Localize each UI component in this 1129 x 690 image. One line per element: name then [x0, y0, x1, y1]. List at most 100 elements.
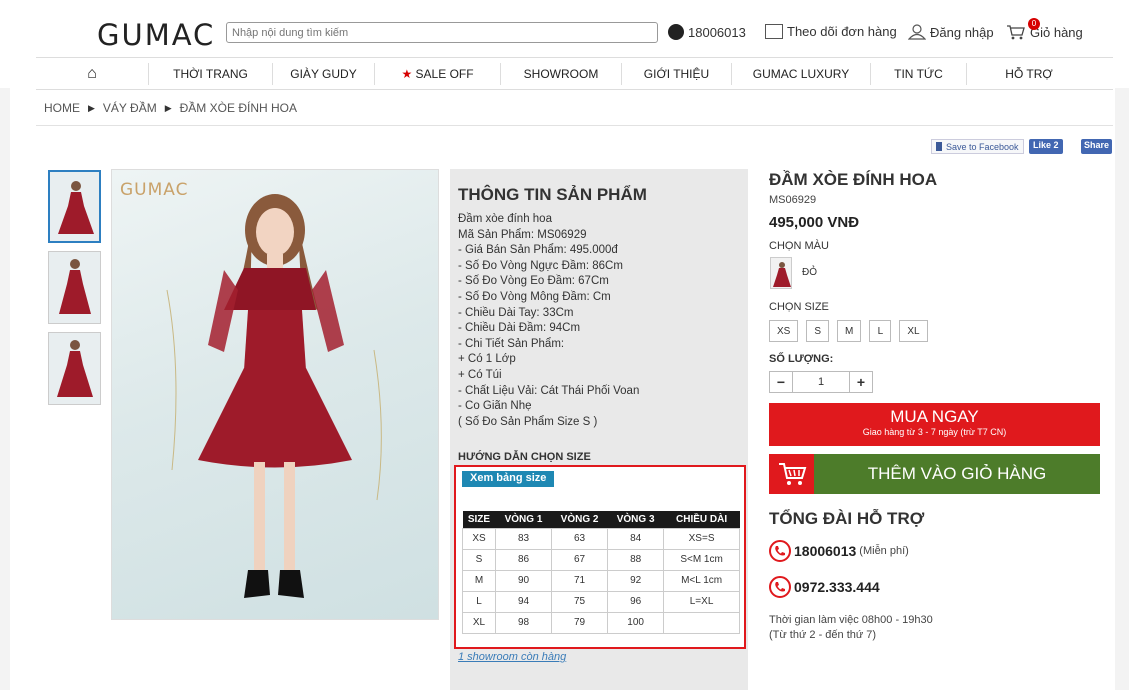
info-line: Mã Sản Phẩm: MS06929	[458, 228, 587, 241]
quantity-increase-button[interactable]: +	[849, 371, 873, 393]
table-cell: 98	[494, 611, 553, 634]
support-title: TỔNG ĐÀI HỖ TRỢ	[769, 509, 925, 528]
breadcrumb: HOME ▶ VÁY ĐẦM ▶ ĐẦM XÒE ĐÍNH HOA	[44, 101, 297, 115]
color-swatch-image	[773, 262, 791, 287]
divider	[36, 125, 1113, 126]
info-title: THÔNG TIN SẢN PHẨM	[458, 185, 647, 204]
showroom-availability-link[interactable]: 1 showroom còn hàng	[458, 651, 566, 663]
site-logo[interactable]: GUMAC	[97, 18, 215, 52]
size-guide-title: HƯỚNG DẪN CHỌN SIZE	[458, 451, 591, 463]
size-label: CHỌN SIZE	[769, 301, 829, 313]
nav-item-gioi-thieu[interactable]: GIỚI THIỆU	[622, 62, 732, 85]
nav-item-giay-gudy[interactable]: GIÀY GUDY	[273, 62, 375, 85]
table-cell: 63	[551, 527, 609, 550]
thumbnail-1[interactable]	[48, 170, 101, 243]
view-size-chart-button[interactable]: Xem bảng size	[462, 471, 555, 487]
buy-now-button[interactable]: MUA NGAY Giao hàng từ 3 - 7 ngày (trừ T7…	[769, 403, 1100, 446]
cart-icon	[769, 454, 814, 494]
table-cell: XL	[462, 611, 496, 634]
size-option-s[interactable]: S	[806, 320, 830, 342]
table-cell: M<L 1cm	[663, 569, 740, 592]
star-icon: ★	[401, 66, 413, 81]
size-option-xl[interactable]: XL	[899, 320, 928, 342]
breadcrumb-category[interactable]: VÁY ĐẦM	[103, 101, 157, 115]
size-option-xs[interactable]: XS	[769, 320, 799, 342]
table-cell: 86	[494, 548, 553, 571]
thumbnail-2[interactable]	[48, 251, 101, 324]
table-row: S 86 67 88 S<M 1cm	[462, 548, 740, 571]
facebook-share-button[interactable]: Share	[1081, 139, 1113, 154]
info-line: - Số Đo Vòng Eo Đầm: 67Cm	[458, 275, 609, 288]
table-row: M 90 71 92 M<L 1cm	[462, 569, 740, 592]
table-cell: 90	[494, 569, 553, 592]
bookmark-icon	[936, 142, 942, 151]
nav-item-thoi-trang[interactable]: THỜI TRANG	[149, 62, 273, 85]
nav-item-gumac-luxury[interactable]: GUMAC LUXURY	[732, 62, 871, 85]
size-table-header: SIZE VÒNG 1 VÒNG 2 VÒNG 3 CHIỀU DÀI	[462, 511, 740, 528]
table-cell: 96	[607, 590, 665, 613]
nav-home[interactable]: ⌂	[36, 62, 149, 85]
color-label: CHỌN MÀU	[769, 240, 829, 252]
thumbnail-3[interactable]	[48, 332, 101, 405]
login-link[interactable]: Đăng nhập	[908, 24, 994, 40]
working-hours-line: Thời gian làm việc 08h00 - 19h30	[769, 614, 933, 626]
size-option-l[interactable]: L	[869, 320, 892, 342]
facebook-like-button[interactable]: Like 2	[1029, 139, 1063, 154]
quantity-input[interactable]: 1	[793, 371, 849, 393]
model-dress-illustration	[166, 194, 382, 598]
table-cell: 83	[494, 527, 553, 550]
table-cell: 88	[607, 548, 665, 571]
product-title: ĐẦM XÒE ĐÍNH HOA	[769, 170, 938, 189]
table-row: XS 83 63 84 XS=S	[462, 527, 740, 550]
nav-item-sale-off[interactable]: ★ SALE OFF	[375, 62, 501, 85]
quantity-label: SỐ LƯỢNG:	[769, 353, 834, 365]
breadcrumb-current: ĐẦM XÒE ĐÍNH HOA	[179, 101, 297, 115]
table-cell: S	[462, 548, 496, 571]
hotline-free[interactable]: 18006013 (Miễn phí)	[769, 540, 909, 562]
working-hours: Thời gian làm việc 08h00 - 19h30 (Từ thứ…	[769, 613, 933, 643]
document-icon	[765, 24, 783, 39]
size-table: SIZE VÒNG 1 VÒNG 2 VÒNG 3 CHIỀU DÀI XS 8…	[462, 511, 740, 634]
table-cell: XS=S	[663, 527, 740, 550]
dress-thumbnail-image	[59, 259, 91, 314]
add-to-cart-button[interactable]: THÊM VÀO GIỎ HÀNG	[769, 454, 1100, 494]
phone-icon	[769, 576, 791, 598]
info-line: - Co Giãn Nhẹ	[458, 400, 532, 413]
search-input[interactable]	[226, 22, 658, 43]
main-product-image[interactable]: GUMAC	[111, 169, 439, 620]
table-cell: XS	[462, 527, 496, 550]
track-order-label: Theo dõi đơn hàng	[787, 24, 897, 39]
chevron-right-icon: ▶	[88, 102, 95, 113]
header-phone[interactable]: 18006013	[668, 24, 746, 40]
chevron-right-icon: ▶	[164, 102, 172, 113]
table-cell: 100	[607, 611, 665, 634]
cart-link[interactable]: Giỏ hàng	[1006, 24, 1083, 40]
nav-item-tin-tuc[interactable]: TIN TỨC	[871, 62, 967, 85]
home-icon: ⌂	[87, 64, 97, 82]
dress-thumbnail-image	[57, 340, 93, 397]
info-line: + Có Túi	[458, 368, 502, 381]
info-description: Đầm xòe đính hoa Mã Sản Phẩm: MS06929 - …	[458, 212, 639, 430]
product-price: 495,000 VNĐ	[769, 214, 860, 231]
col-header: SIZE	[462, 511, 496, 528]
info-line: - Số Đo Vòng Ngực Đầm: 86Cm	[458, 259, 623, 272]
track-order-link[interactable]: Theo dõi đơn hàng	[765, 24, 897, 39]
col-header: VÒNG 3	[607, 511, 664, 528]
breadcrumb-home[interactable]: HOME	[44, 101, 80, 115]
nav-item-ho-tro[interactable]: HỖ TRỢ	[967, 63, 1091, 85]
color-option-red[interactable]	[770, 257, 792, 289]
quantity-decrease-button[interactable]: −	[769, 371, 793, 393]
cart-icon	[1007, 25, 1025, 40]
user-icon	[908, 24, 926, 40]
size-option-m[interactable]: M	[837, 320, 862, 342]
buy-now-label: MUA NGAY	[890, 407, 979, 426]
table-cell: S<M 1cm	[663, 548, 740, 571]
nav-item-showroom[interactable]: SHOWROOM	[501, 62, 622, 85]
table-cell: 84	[607, 527, 665, 550]
add-to-cart-label: THÊM VÀO GIỎ HÀNG	[867, 464, 1047, 483]
hotline-mobile[interactable]: 0972.333.444	[769, 576, 880, 598]
info-line: + Có 1 Lớp	[458, 353, 516, 366]
product-code: MS06929	[769, 194, 817, 206]
product-page: GUMAC 18006013 Theo dõi đơn hàng Đăng nh…	[0, 0, 1129, 690]
facebook-save-button[interactable]: Save to Facebook	[931, 139, 1024, 154]
